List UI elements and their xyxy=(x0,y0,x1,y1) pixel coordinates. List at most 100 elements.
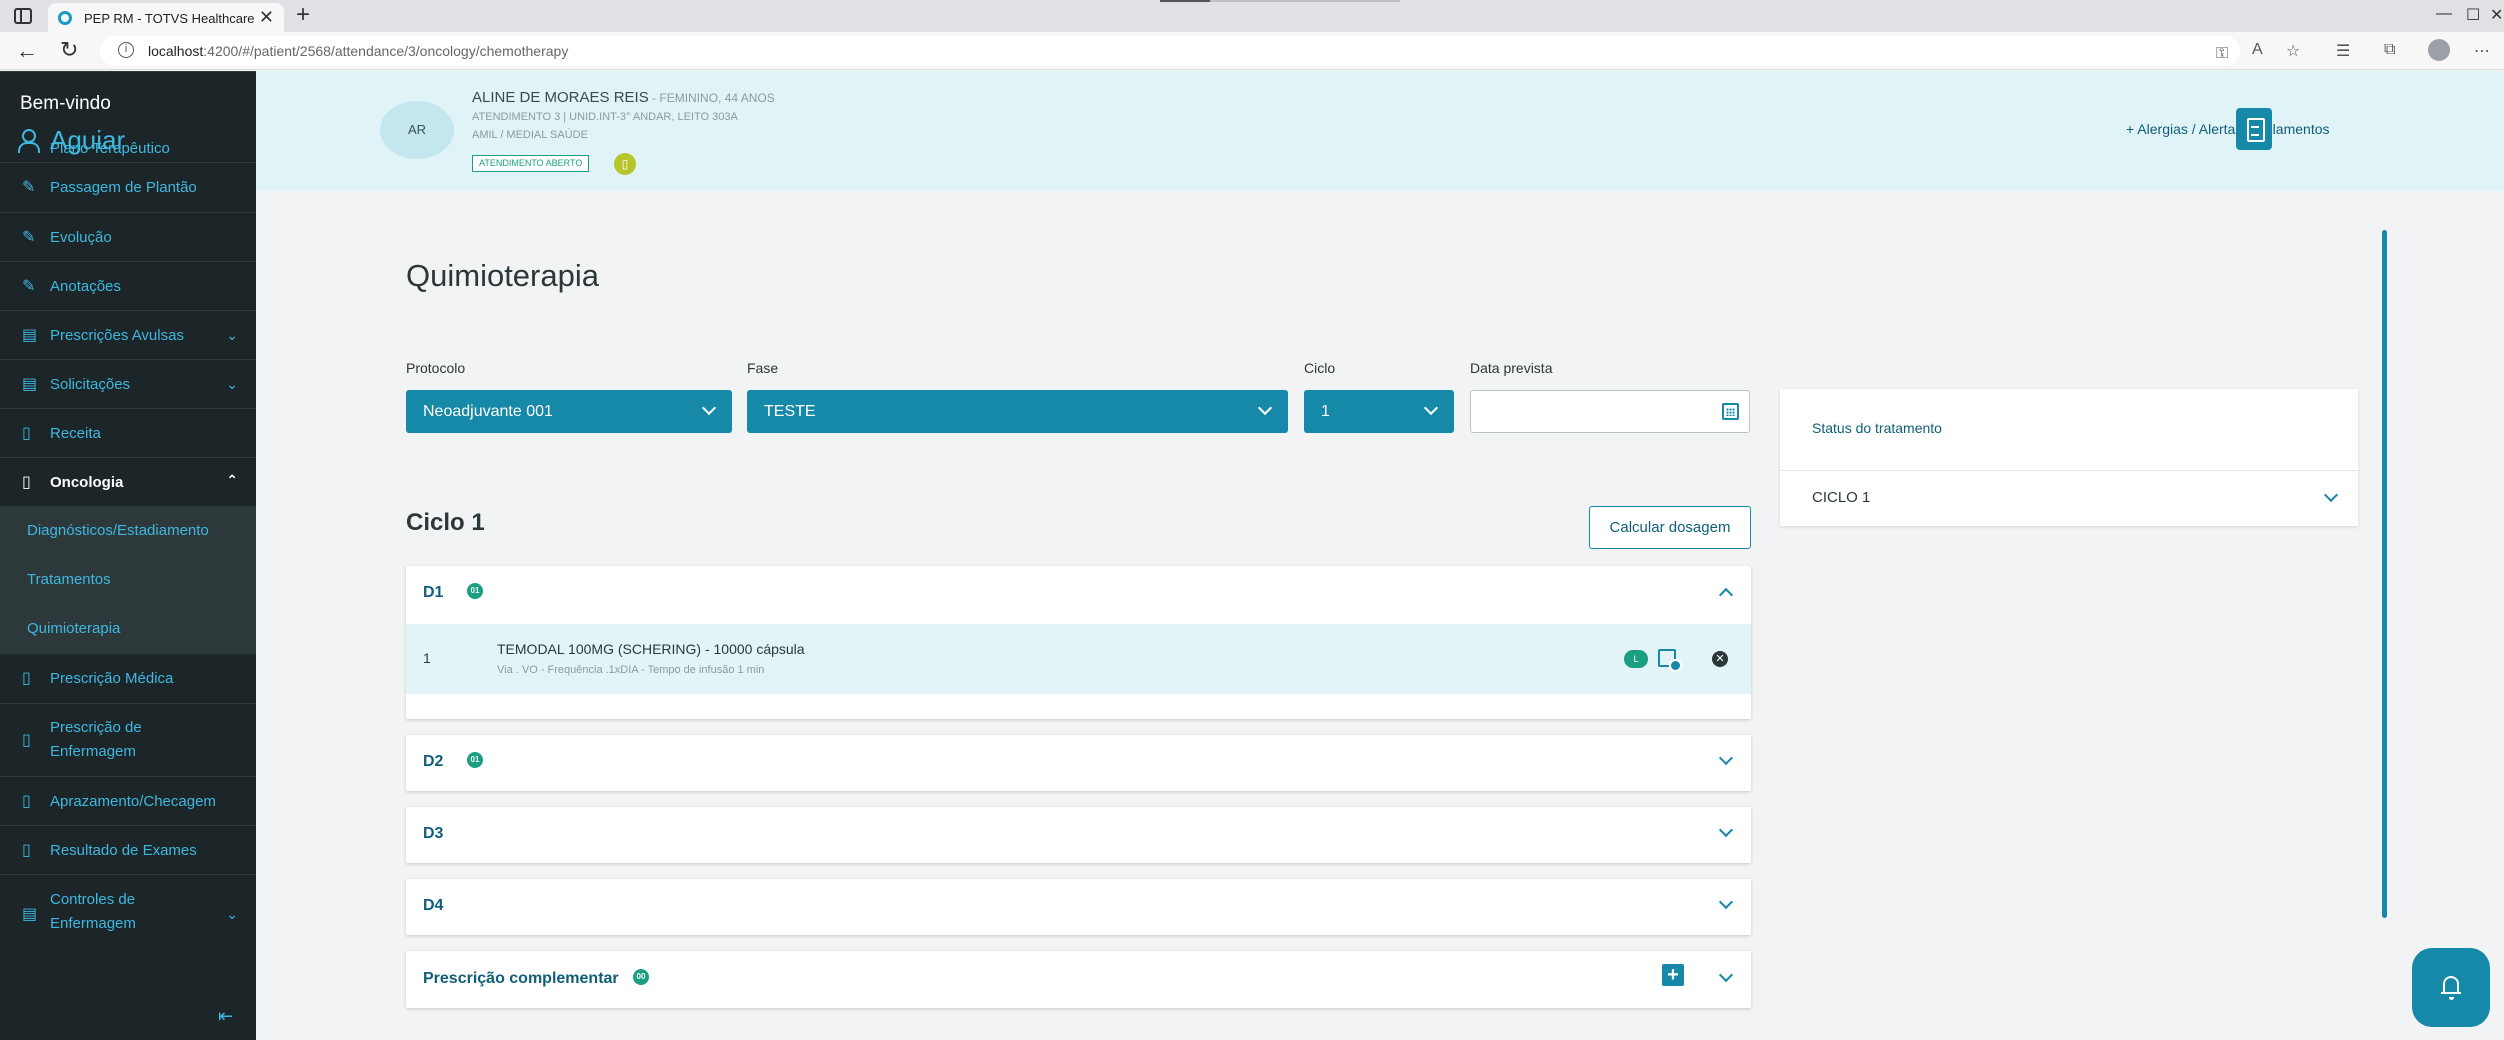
browser-tab[interactable]: PEP RM - TOTVS Healthcare ✕ xyxy=(48,3,284,32)
sidebar-item-passagem-plantao[interactable]: ✎ Passagem de Plantão xyxy=(0,162,256,212)
sidebar-item-label: Prescrição de xyxy=(50,719,142,736)
day-title: D2 xyxy=(423,753,444,770)
maximize-icon[interactable]: ☐ xyxy=(2466,5,2480,25)
sidebar-item-controles-enfermagem[interactable]: ▤ Controles de Enfermagem ⌄ xyxy=(0,874,256,952)
url-path: :4200/#/patient/2568/attendance/3/oncolo… xyxy=(203,43,569,59)
date-label: Data prevista xyxy=(1470,360,1553,376)
patient-name-line: ALINE DE MORAES REIS - FEMININO, 44 ANOS xyxy=(472,89,775,106)
document-icon: ▯ xyxy=(22,732,31,749)
reload-icon[interactable]: ↻ xyxy=(60,37,78,63)
chevron-down-icon xyxy=(1423,400,1439,416)
chevron-up-icon[interactable] xyxy=(1718,587,1734,603)
document-icon: ▯ xyxy=(22,842,31,859)
url-host: localhost xyxy=(148,43,204,59)
add-complementary-button[interactable]: + xyxy=(1662,964,1684,986)
day-card-d1: D1 01 1 TEMODAL 100MG (SCHERING) - 10000… xyxy=(406,566,1751,719)
chevron-down-icon xyxy=(1257,400,1273,416)
scrollbar[interactable] xyxy=(2382,230,2387,918)
sidebar-item-prescricoes-avulsas[interactable]: ▤ Prescrições Avulsas ⌄ xyxy=(0,310,256,359)
day-title: D3 xyxy=(423,825,444,842)
document-icon: ▯ xyxy=(22,670,31,687)
collapse-menu-icon[interactable]: ⇤ xyxy=(218,1006,233,1027)
day-card-d3[interactable]: D3 xyxy=(406,807,1751,863)
day-card-d4[interactable]: D4 xyxy=(406,879,1751,935)
status-cycle-label[interactable]: CICLO 1 xyxy=(1812,489,1870,506)
patient-insurance: AMIL / MEDIAL SAÚDE xyxy=(472,129,588,141)
site-info-icon[interactable]: i xyxy=(118,42,134,58)
complementary-title: Prescrição complementar xyxy=(423,970,619,987)
sidebar-subitem-label: Tratamentos xyxy=(27,571,111,588)
calendar-icon[interactable] xyxy=(1722,403,1739,420)
sidebar-item-label: Plano Terapêutico xyxy=(50,140,170,157)
favorite-add-icon[interactable]: ☆ xyxy=(2286,41,2300,61)
sidebar-subitem-tratamentos[interactable]: Tratamentos xyxy=(0,555,256,604)
date-input[interactable] xyxy=(1470,390,1750,433)
calculate-dosage-button[interactable]: Calcular dosagem xyxy=(1589,506,1751,549)
cycle-value: 1 xyxy=(1321,403,1330,420)
pencil-icon: ✎ xyxy=(22,179,36,196)
sidebar-subitem-diagnosticos[interactable]: Diagnósticos/Estadiamento xyxy=(0,506,256,555)
tab-close-icon[interactable]: ✕ xyxy=(259,8,274,26)
report-document-button[interactable] xyxy=(2236,108,2272,150)
url-input[interactable]: i localhost:4200/#/patient/2568/attendan… xyxy=(100,36,2240,66)
sidebar-item-label-line2: Enfermagem xyxy=(50,743,136,760)
remove-drug-icon[interactable]: ✕ xyxy=(1712,651,1728,667)
protocol-label: Protocolo xyxy=(406,360,466,376)
sidebar-item-prescricao-medica[interactable]: ▯ Prescrição Médica xyxy=(0,653,256,703)
phase-select[interactable]: TESTE xyxy=(747,390,1288,433)
protocol-select[interactable]: Neoadjuvante 001 xyxy=(406,390,732,433)
sidebar-subitem-label: Quimioterapia xyxy=(27,620,121,637)
new-tab-button[interactable]: + xyxy=(296,3,310,27)
chevron-down-icon: ⌄ xyxy=(226,376,238,392)
chevron-down-icon[interactable] xyxy=(1718,822,1734,838)
key-icon[interactable]: ⚿ xyxy=(2216,45,2228,63)
phase-value: TESTE xyxy=(764,403,816,420)
chevron-down-icon: ⌄ xyxy=(226,906,238,922)
favorites-icon[interactable]: ☰ xyxy=(2336,41,2350,61)
sidebar-item-label: Prescrição Médica xyxy=(50,670,174,687)
url-text: localhost:4200/#/patient/2568/attendance… xyxy=(148,43,568,59)
more-icon[interactable]: ⋯ xyxy=(2474,41,2490,61)
close-window-icon[interactable]: ✕ xyxy=(2490,5,2503,25)
sidebar-item-resultado-exames[interactable]: ▯ Resultado de Exames xyxy=(0,825,256,874)
day-title[interactable]: D1 xyxy=(423,584,443,602)
cycle-select[interactable]: 1 xyxy=(1304,390,1454,433)
notifications-button[interactable] xyxy=(2412,948,2490,1027)
divider xyxy=(1780,470,2358,471)
bell-icon xyxy=(2441,976,2461,1000)
complementary-badge: 00 xyxy=(633,969,649,985)
patient-name: ALINE DE MORAES REIS xyxy=(472,89,649,106)
pencil-icon: ✎ xyxy=(22,229,36,246)
sidebar-item-evolucao[interactable]: ✎ Evolução xyxy=(0,212,256,261)
status-info-icon[interactable]: ▯ xyxy=(614,153,636,175)
status-badge: ATENDIMENTO ABERTO xyxy=(472,155,590,172)
schedule-settings-icon[interactable] xyxy=(1658,649,1682,672)
sidebar-item-solicitacoes[interactable]: ▤ Solicitações ⌄ xyxy=(0,359,256,408)
sidebar-item-prescricao-enfermagem[interactable]: ▯ Prescrição de Enfermagem xyxy=(0,703,256,776)
sidebar-subitem-quimioterapia[interactable]: Quimioterapia xyxy=(0,604,256,653)
complementary-prescription-card[interactable]: Prescrição complementar 00 + xyxy=(406,951,1751,1008)
chevron-up-icon: ⌃ xyxy=(226,472,238,488)
day-badge: 01 xyxy=(467,752,483,768)
address-bar: ← ↻ i localhost:4200/#/patient/2568/atte… xyxy=(0,32,2504,70)
sidebar-item-receita[interactable]: ▯ Receita xyxy=(0,408,256,457)
sidebar-item-plano-terapeutico[interactable]: Plano Terapêutico xyxy=(0,71,256,157)
cycle-title: Ciclo 1 xyxy=(406,509,485,536)
minimize-icon[interactable]: — xyxy=(2436,5,2452,23)
back-arrow-icon[interactable]: ← xyxy=(16,38,38,64)
day-card-d2[interactable]: D2 01 xyxy=(406,735,1751,791)
sidebar-item-label: Passagem de Plantão xyxy=(50,179,197,196)
tab-actions-icon[interactable] xyxy=(14,8,32,24)
chevron-down-icon[interactable] xyxy=(2323,487,2339,503)
read-aloud-icon[interactable]: A xyxy=(2252,41,2263,59)
collections-icon[interactable]: ⧉ xyxy=(2384,41,2395,59)
sidebar-item-anotacoes[interactable]: ✎ Anotações xyxy=(0,261,256,310)
chevron-down-icon[interactable] xyxy=(1718,967,1734,983)
sidebar-item-aprazamento[interactable]: ▯ Aprazamento/Checagem xyxy=(0,776,256,825)
chevron-down-icon[interactable] xyxy=(1718,894,1734,910)
page-title: Quimioterapia xyxy=(406,258,599,293)
alerts-link[interactable]: + Alergias / Alertas / Isolamentos xyxy=(2126,121,2330,137)
chevron-down-icon[interactable] xyxy=(1718,750,1734,766)
profile-avatar[interactable] xyxy=(2428,39,2450,61)
sidebar-item-oncologia[interactable]: ▯ Oncologia ⌃ xyxy=(0,457,256,506)
